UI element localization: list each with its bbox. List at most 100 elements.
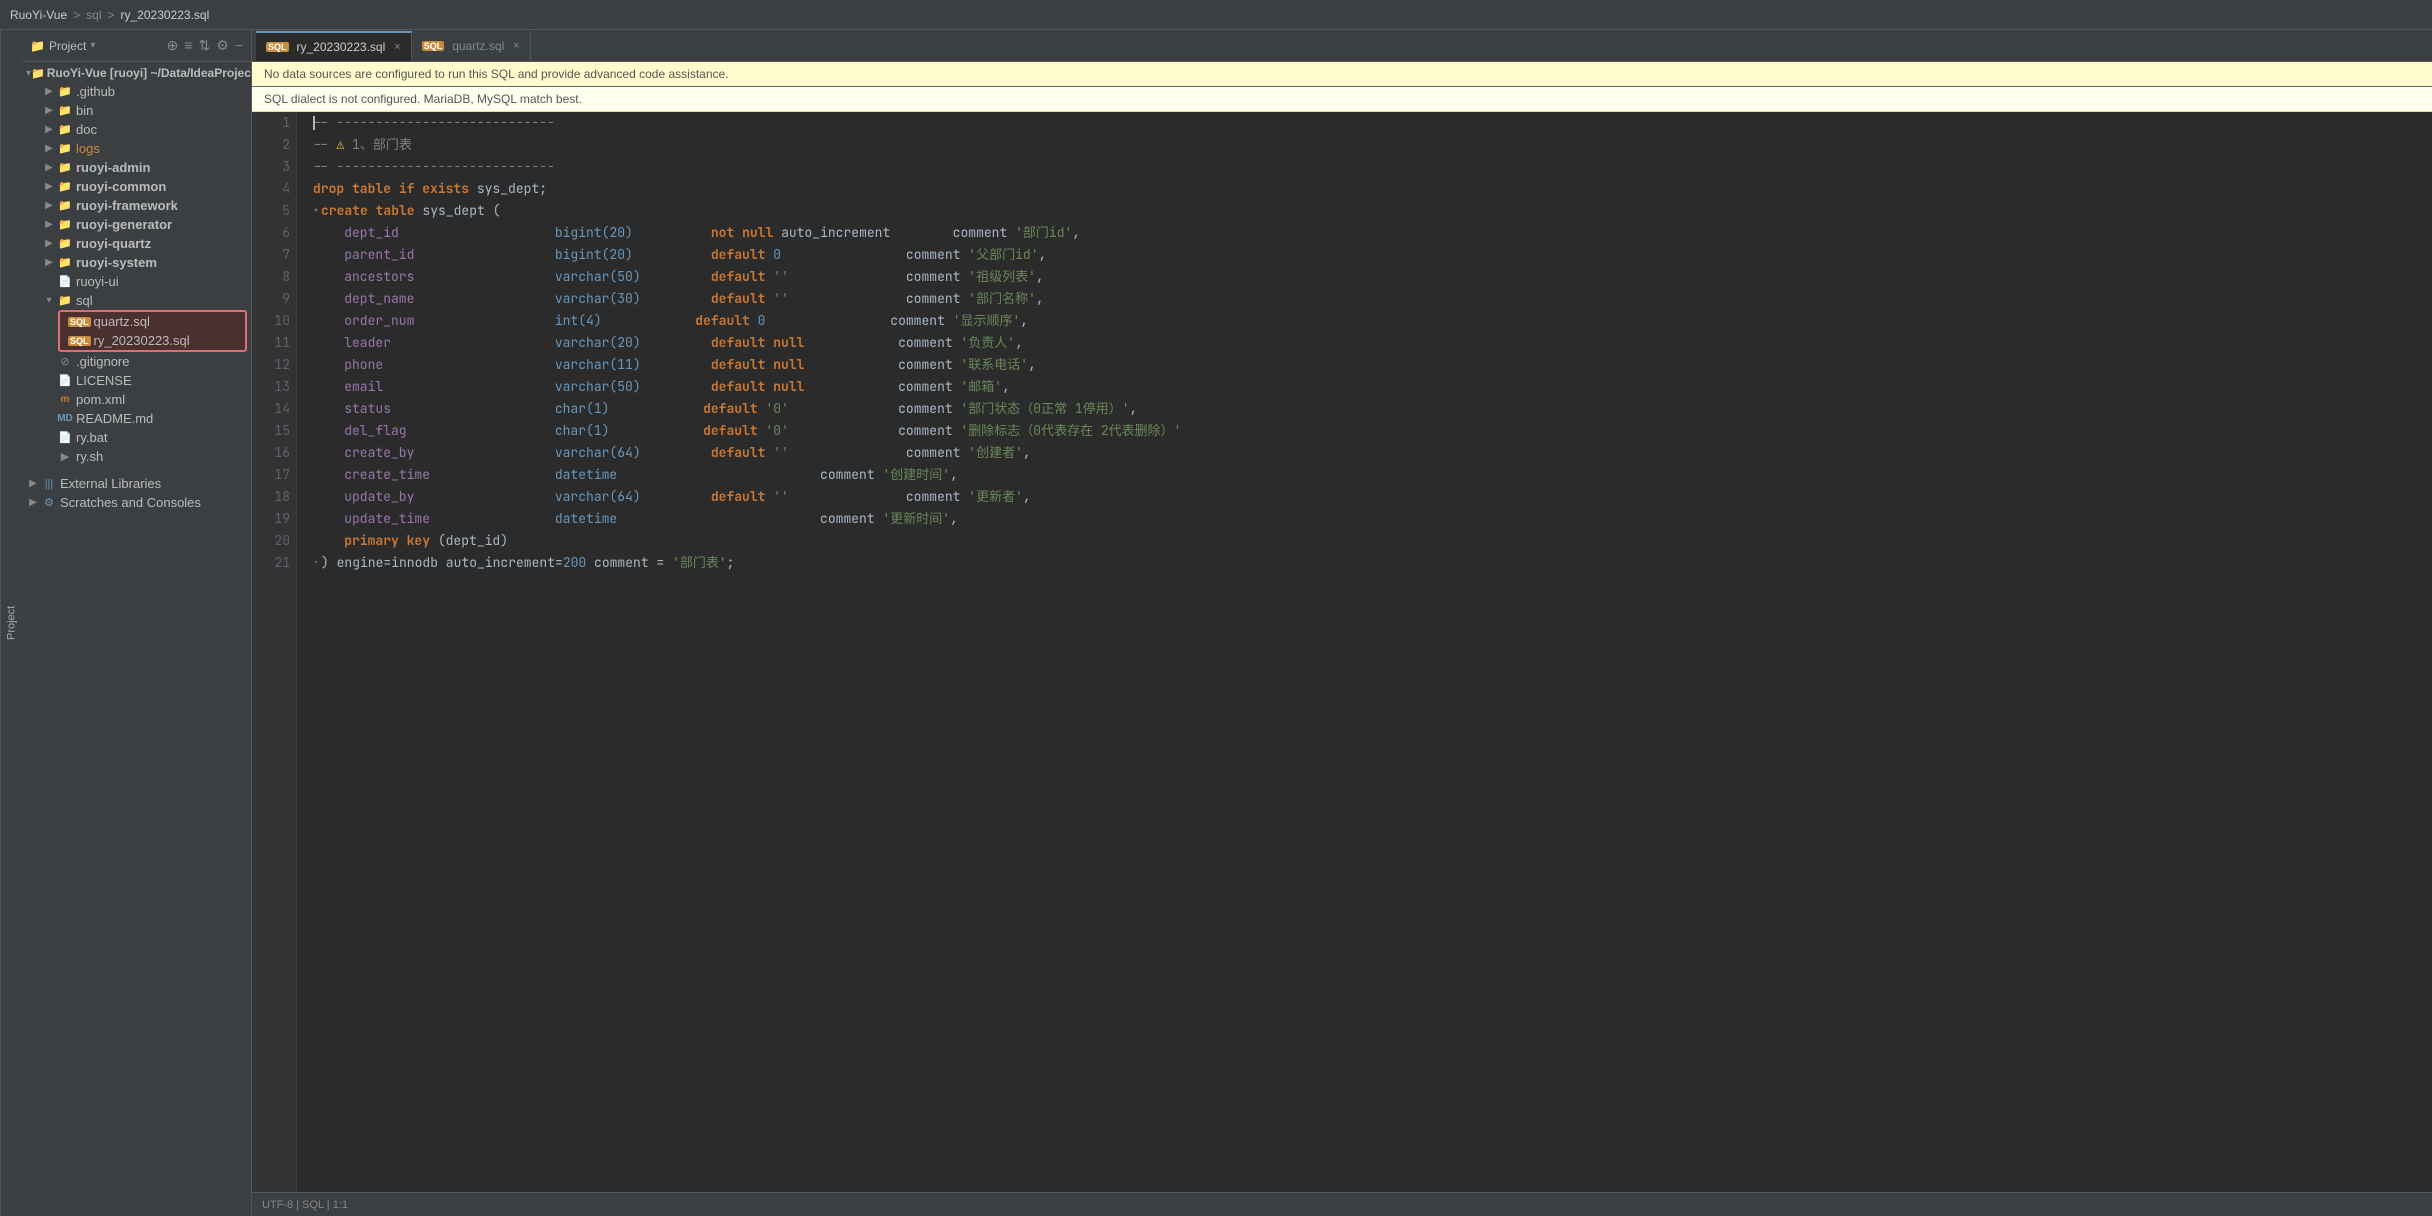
lib-icon: ||| — [40, 478, 58, 490]
titlebar-folder[interactable]: sql — [86, 8, 101, 22]
readme-icon: MD — [56, 413, 74, 424]
sidebar: 📁 Project ▾ ⊕ ≡ ⇅ ⚙ − ▾ 📁 RuoYi-Vue [ruo… — [22, 30, 252, 1216]
sidebar-item-ruoyi-quartz[interactable]: ▶ 📁 ruoyi-quartz — [22, 234, 251, 253]
sidebar-item-logs[interactable]: ▶ 📁 logs — [22, 139, 251, 158]
sidebar-item-ruoyi-system[interactable]: ▶ 📁 ruoyi-system — [22, 253, 251, 272]
tab-quartz[interactable]: SQL quartz.sql × — [412, 31, 531, 61]
settings-icon[interactable]: ⚙ — [216, 37, 229, 54]
sidebar-item-ruoyi-common[interactable]: ▶ 📁 ruoyi-common — [22, 177, 251, 196]
quartz-sql-label: quartz.sql — [94, 314, 150, 329]
project-folder-icon: 📁 — [31, 67, 45, 80]
code-line: order_num int(4) default 0 comment '显示顺序… — [313, 310, 2432, 332]
doc-folder-icon: 📁 — [56, 123, 74, 136]
hide-icon[interactable]: − — [235, 37, 243, 54]
sh-icon: ▶ — [56, 450, 74, 463]
titlebar: RuoYi-Vue > sql > ry_20230223.sql — [0, 0, 2432, 30]
sidebar-header-left: 📁 Project ▾ — [30, 39, 95, 53]
license-icon: 📄 — [56, 374, 74, 387]
code-line: create_by varchar(64) default '' comment… — [313, 442, 2432, 464]
github-folder-icon: 📁 — [56, 85, 74, 98]
tree-root[interactable]: ▾ 📁 RuoYi-Vue [ruoyi] ~/Data/IdeaProject… — [22, 64, 251, 82]
tab-close-icon[interactable]: × — [394, 41, 400, 53]
generator-label: ruoyi-generator — [76, 217, 172, 232]
sidebar-item-github[interactable]: ▶ 📁 .github — [22, 82, 251, 101]
sort-icon[interactable]: ⇅ — [199, 37, 211, 54]
sidebar-tree: ▾ 📁 RuoYi-Vue [ruoyi] ~/Data/IdeaProject… — [22, 62, 251, 1216]
titlebar-project[interactable]: RuoYi-Vue — [10, 8, 67, 22]
common-label: ruoyi-common — [76, 179, 166, 194]
logs-label: logs — [76, 141, 100, 156]
spacer: ▶ — [42, 432, 56, 443]
chevron-right-icon: ▶ — [42, 105, 56, 116]
scratches-icon: ⚙ — [40, 496, 58, 509]
titlebar-file: ry_20230223.sql — [121, 8, 210, 22]
status-text: UTF-8 | SQL | 1:1 — [262, 1199, 348, 1211]
spacer: ▶ — [42, 451, 56, 462]
warning-datasource: No data sources are configured to run th… — [252, 62, 2432, 87]
tab-quartz-label: quartz.sql — [452, 39, 504, 53]
tab-ry[interactable]: SQL ry_20230223.sql × — [256, 31, 412, 61]
doc-label: doc — [76, 122, 97, 137]
sidebar-item-pom[interactable]: ▶ m pom.xml — [22, 390, 251, 409]
chevron-right-icon: ▶ — [42, 86, 56, 97]
project-side-tab[interactable]: Project — [0, 30, 22, 1216]
code-line: status char(1) default '0' comment '部门状态… — [313, 398, 2432, 420]
sql-tab-icon: SQL — [266, 42, 289, 52]
code-line: update_by varchar(64) default '' comment… — [313, 486, 2432, 508]
spacer: ▶ — [42, 413, 56, 424]
code-line: create_time datetime comment '创建时间', — [313, 464, 2432, 486]
sidebar-item-readme[interactable]: ▶ MD README.md — [22, 409, 251, 428]
scratches-label: Scratches and Consoles — [60, 495, 201, 510]
sidebar-item-ruoyi-ui[interactable]: ▶ 📄 ruoyi-ui — [22, 272, 251, 291]
sidebar-item-bin[interactable]: ▶ 📁 bin — [22, 101, 251, 120]
code-line: parent_id bigint(20) default 0 comment '… — [313, 244, 2432, 266]
sidebar-item-ry-sql[interactable]: SQL ry_20230223.sql — [60, 331, 245, 350]
pom-icon: m — [56, 394, 74, 405]
readme-label: README.md — [76, 411, 153, 426]
sidebar-item-scratches[interactable]: ▶ ⚙ Scratches and Consoles — [22, 493, 251, 512]
fold-icon[interactable]: ▾ — [313, 200, 319, 222]
common-folder-icon: 📁 — [56, 180, 74, 193]
sidebar-item-ruoyi-generator[interactable]: ▶ 📁 ruoyi-generator — [22, 215, 251, 234]
sql-label: sql — [76, 293, 93, 308]
sidebar-item-ruoyi-framework[interactable]: ▶ 📁 ruoyi-framework — [22, 196, 251, 215]
bottom-bar: UTF-8 | SQL | 1:1 — [252, 1192, 2432, 1216]
sidebar-item-license[interactable]: ▶ 📄 LICENSE — [22, 371, 251, 390]
sql-icon2: SQL — [68, 336, 91, 346]
warning-dialect: SQL dialect is not configured. MariaDB, … — [252, 87, 2432, 112]
chevron-right-icon: ▶ — [26, 478, 40, 489]
sidebar-item-gitignore[interactable]: ▶ ⊘ .gitignore — [22, 352, 251, 371]
ry-sql-label: ry_20230223.sql — [94, 333, 190, 348]
warning-datasource-text: No data sources are configured to run th… — [264, 67, 729, 81]
locate-icon[interactable]: ⊕ — [167, 37, 179, 54]
code-line: leader varchar(20) default null comment … — [313, 332, 2432, 354]
sidebar-item-sql[interactable]: ▾ 📁 sql — [22, 291, 251, 310]
tab-close-icon2[interactable]: × — [513, 40, 519, 52]
titlebar-sep1: > — [73, 8, 80, 22]
chevron-down-icon[interactable]: ▾ — [90, 40, 95, 51]
code-line: del_flag char(1) default '0' comment '删除… — [313, 420, 2432, 442]
github-label: .github — [76, 84, 115, 99]
sidebar-item-quartz-sql[interactable]: SQL quartz.sql — [60, 312, 245, 331]
fold-end-icon[interactable]: ▿ — [313, 552, 319, 574]
tab-bar: SQL ry_20230223.sql × SQL quartz.sql × — [252, 30, 2432, 62]
ui-icon: 📄 — [56, 275, 74, 288]
chevron-right-icon: ▶ — [42, 238, 56, 249]
code-line: drop table if exists sys_dept; — [313, 178, 2432, 200]
sidebar-item-external-libraries[interactable]: ▶ ||| External Libraries — [22, 474, 251, 493]
code-area[interactable]: -- ------------------------------ ⚠ 1、部门… — [297, 112, 2432, 1192]
code-line: -- ⚠ 1、部门表 — [313, 134, 2432, 156]
system-folder-icon: 📁 — [56, 256, 74, 269]
sql-icon: SQL — [68, 317, 91, 327]
sidebar-item-ry-sh[interactable]: ▶ ▶ ry.sh — [22, 447, 251, 466]
chevron-right-icon: ▶ — [42, 124, 56, 135]
admin-folder-icon: 📁 — [56, 161, 74, 174]
sidebar-item-ruoyi-admin[interactable]: ▶ 📁 ruoyi-admin — [22, 158, 251, 177]
code-line: dept_name varchar(30) default '' comment… — [313, 288, 2432, 310]
editor[interactable]: 123456789101112131415161718192021 -- ---… — [252, 112, 2432, 1192]
sidebar-item-ry-bat[interactable]: ▶ 📄 ry.bat — [22, 428, 251, 447]
titlebar-sep2: > — [108, 8, 115, 22]
code-line: phone varchar(11) default null comment '… — [313, 354, 2432, 376]
sidebar-item-doc[interactable]: ▶ 📁 doc — [22, 120, 251, 139]
collapse-icon[interactable]: ≡ — [184, 37, 192, 54]
